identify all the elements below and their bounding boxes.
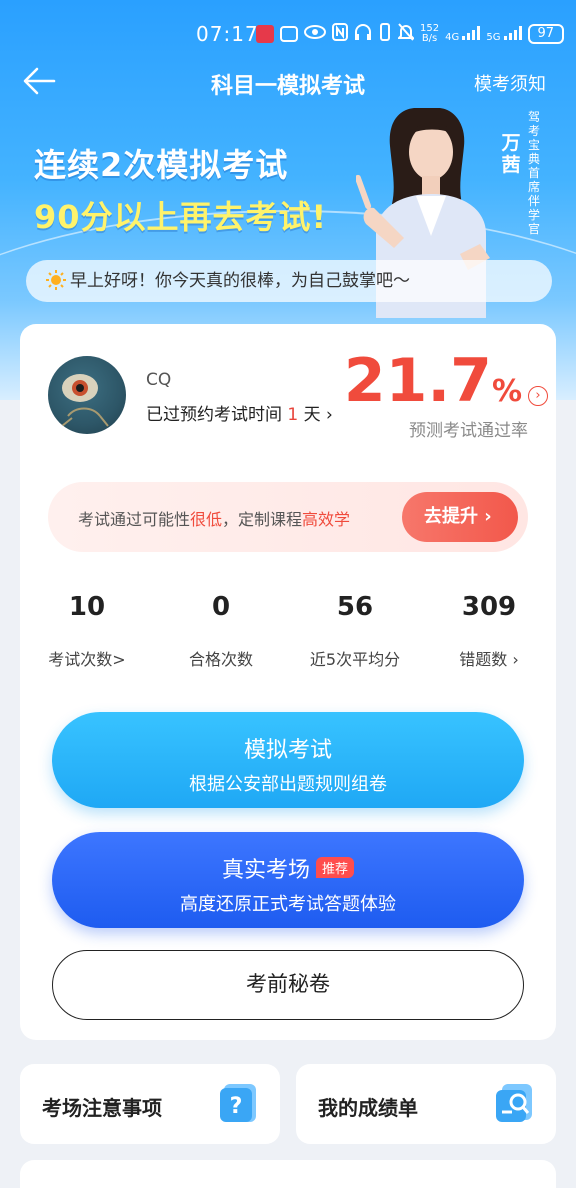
status-icons: 152 B/s 4G 5G 97	[256, 23, 564, 45]
exam-suffix: 天	[303, 405, 321, 425]
exam-prefix: 已过预约考试时间	[146, 405, 282, 425]
nav-bar: 科目一模拟考试 模考须知	[0, 60, 576, 104]
headphones-icon	[354, 24, 372, 44]
pass-rate: 21.7%	[344, 346, 522, 416]
signal-4g-icon: 4G	[445, 25, 481, 43]
exam-notes-card[interactable]: 考场注意事项 ?	[20, 1064, 280, 1144]
net-speed-unit: B/s	[421, 33, 438, 44]
stat-label: 近5次平均分	[309, 650, 401, 669]
stat-value: 309	[461, 592, 517, 622]
hd-icon	[280, 26, 298, 42]
improve-tip-bar: 考试通过可能性很低，定制课程高效学 去提升 ›	[48, 482, 528, 552]
banner-slogan-line2: 90分以上再去考试!	[34, 198, 328, 236]
pass-rate-label: 预测考试通过率	[409, 421, 528, 441]
vibrate-icon	[378, 23, 392, 45]
username: CQ	[146, 370, 172, 390]
real-exam-title: 真实考场	[221, 858, 310, 883]
pass-rate-unit: %	[491, 374, 522, 409]
my-scores-card[interactable]: 我的成绩单	[296, 1064, 556, 1144]
bottom-card-partial	[20, 1160, 556, 1188]
pass-rate-value: 21.7	[343, 346, 492, 416]
chevron-right-icon: ›	[326, 405, 333, 425]
real-exam-button[interactable]: 真实考场 推荐 高度还原正式考试答题体验	[52, 832, 524, 928]
mock-exam-subtitle: 根据公安部出题规则组卷	[189, 774, 387, 795]
greeting-bar: 早上好呀！你今天真的很棒，为自己鼓掌吧～	[26, 260, 552, 302]
search-report-icon	[494, 1082, 536, 1124]
signal-4g-label: 4G	[445, 31, 460, 43]
stat-label: 合格次数	[188, 650, 253, 669]
status-bar: 07:17 152 B/s 4G 5G 97	[0, 18, 576, 52]
stat-exam-count[interactable]: 10 考试次数>	[20, 592, 154, 682]
exam-days: 1	[287, 405, 299, 425]
boost-button[interactable]: 去提升 ›	[402, 492, 518, 542]
mock-exam-button[interactable]: 模拟考试 根据公安部出题规则组卷	[52, 712, 524, 808]
my-scores-label: 我的成绩单	[318, 1096, 418, 1120]
tip-part2: ，定制课程	[222, 510, 303, 529]
exam-date-link[interactable]: 已过预约考试时间 1 天 ›	[146, 400, 333, 425]
pass-rate-detail-icon[interactable]: ›	[528, 386, 548, 406]
stat-avg-score: 56 近5次平均分	[288, 592, 422, 682]
stat-value: 10	[68, 592, 106, 622]
stat-value: 0	[211, 592, 231, 622]
eye-icon	[304, 24, 326, 44]
tip-highlight1: 很低	[190, 510, 223, 529]
avatar[interactable]	[48, 356, 126, 434]
coach-name: 万茜	[501, 132, 521, 176]
tip-text: 考试通过可能性很低，定制课程高效学	[78, 506, 350, 530]
stat-pass-count: 0 合格次数	[154, 592, 288, 682]
exam-notes-label: 考场注意事项	[42, 1096, 162, 1120]
battery-icon: 97	[527, 24, 564, 44]
stats-row: 10 考试次数> 0 合格次数 56 近5次平均分 309 错题数 ›	[20, 592, 556, 682]
stat-label: 错题数 ›	[459, 650, 519, 669]
stat-wrong-count[interactable]: 309 错题数 ›	[422, 592, 556, 682]
sun-icon	[46, 264, 66, 306]
real-exam-title-row: 真实考场 推荐	[52, 852, 524, 884]
mock-exam-title: 模拟考试	[243, 738, 332, 763]
app-notification-icon	[256, 25, 274, 43]
signal-5g-icon: 5G	[486, 25, 522, 43]
question-doc-icon: ?	[218, 1082, 260, 1124]
real-exam-subtitle: 高度还原正式考试答题体验	[180, 894, 396, 915]
main-card: CQ 已过预约考试时间 1 天 › 21.7% › 预测考试通过率 考试通过可能…	[20, 324, 556, 1040]
svg-text:?: ?	[230, 1094, 243, 1119]
net-speed: 152 B/s	[420, 24, 439, 44]
signal-5g-label: 5G	[486, 31, 501, 43]
recommend-badge: 推荐	[316, 857, 355, 878]
tip-part1: 考试通过可能性	[78, 510, 191, 529]
exam-notice-link[interactable]: 模考须知	[474, 70, 546, 96]
tip-highlight2: 高效学	[302, 510, 351, 529]
banner-slogan-line1: 连续2次模拟考试	[34, 146, 289, 184]
mute-bell-icon	[396, 23, 416, 45]
stat-value: 56	[336, 592, 374, 622]
coach-title: 驾考宝典首席伴学官	[527, 110, 540, 236]
stat-label: 考试次数>	[48, 650, 126, 669]
nfc-icon	[332, 23, 348, 45]
greeting-text: 早上好呀！你今天真的很棒，为自己鼓掌吧～	[70, 271, 410, 291]
secret-paper-button[interactable]: 考前秘卷	[52, 950, 524, 1020]
status-time: 07:17	[196, 22, 259, 46]
